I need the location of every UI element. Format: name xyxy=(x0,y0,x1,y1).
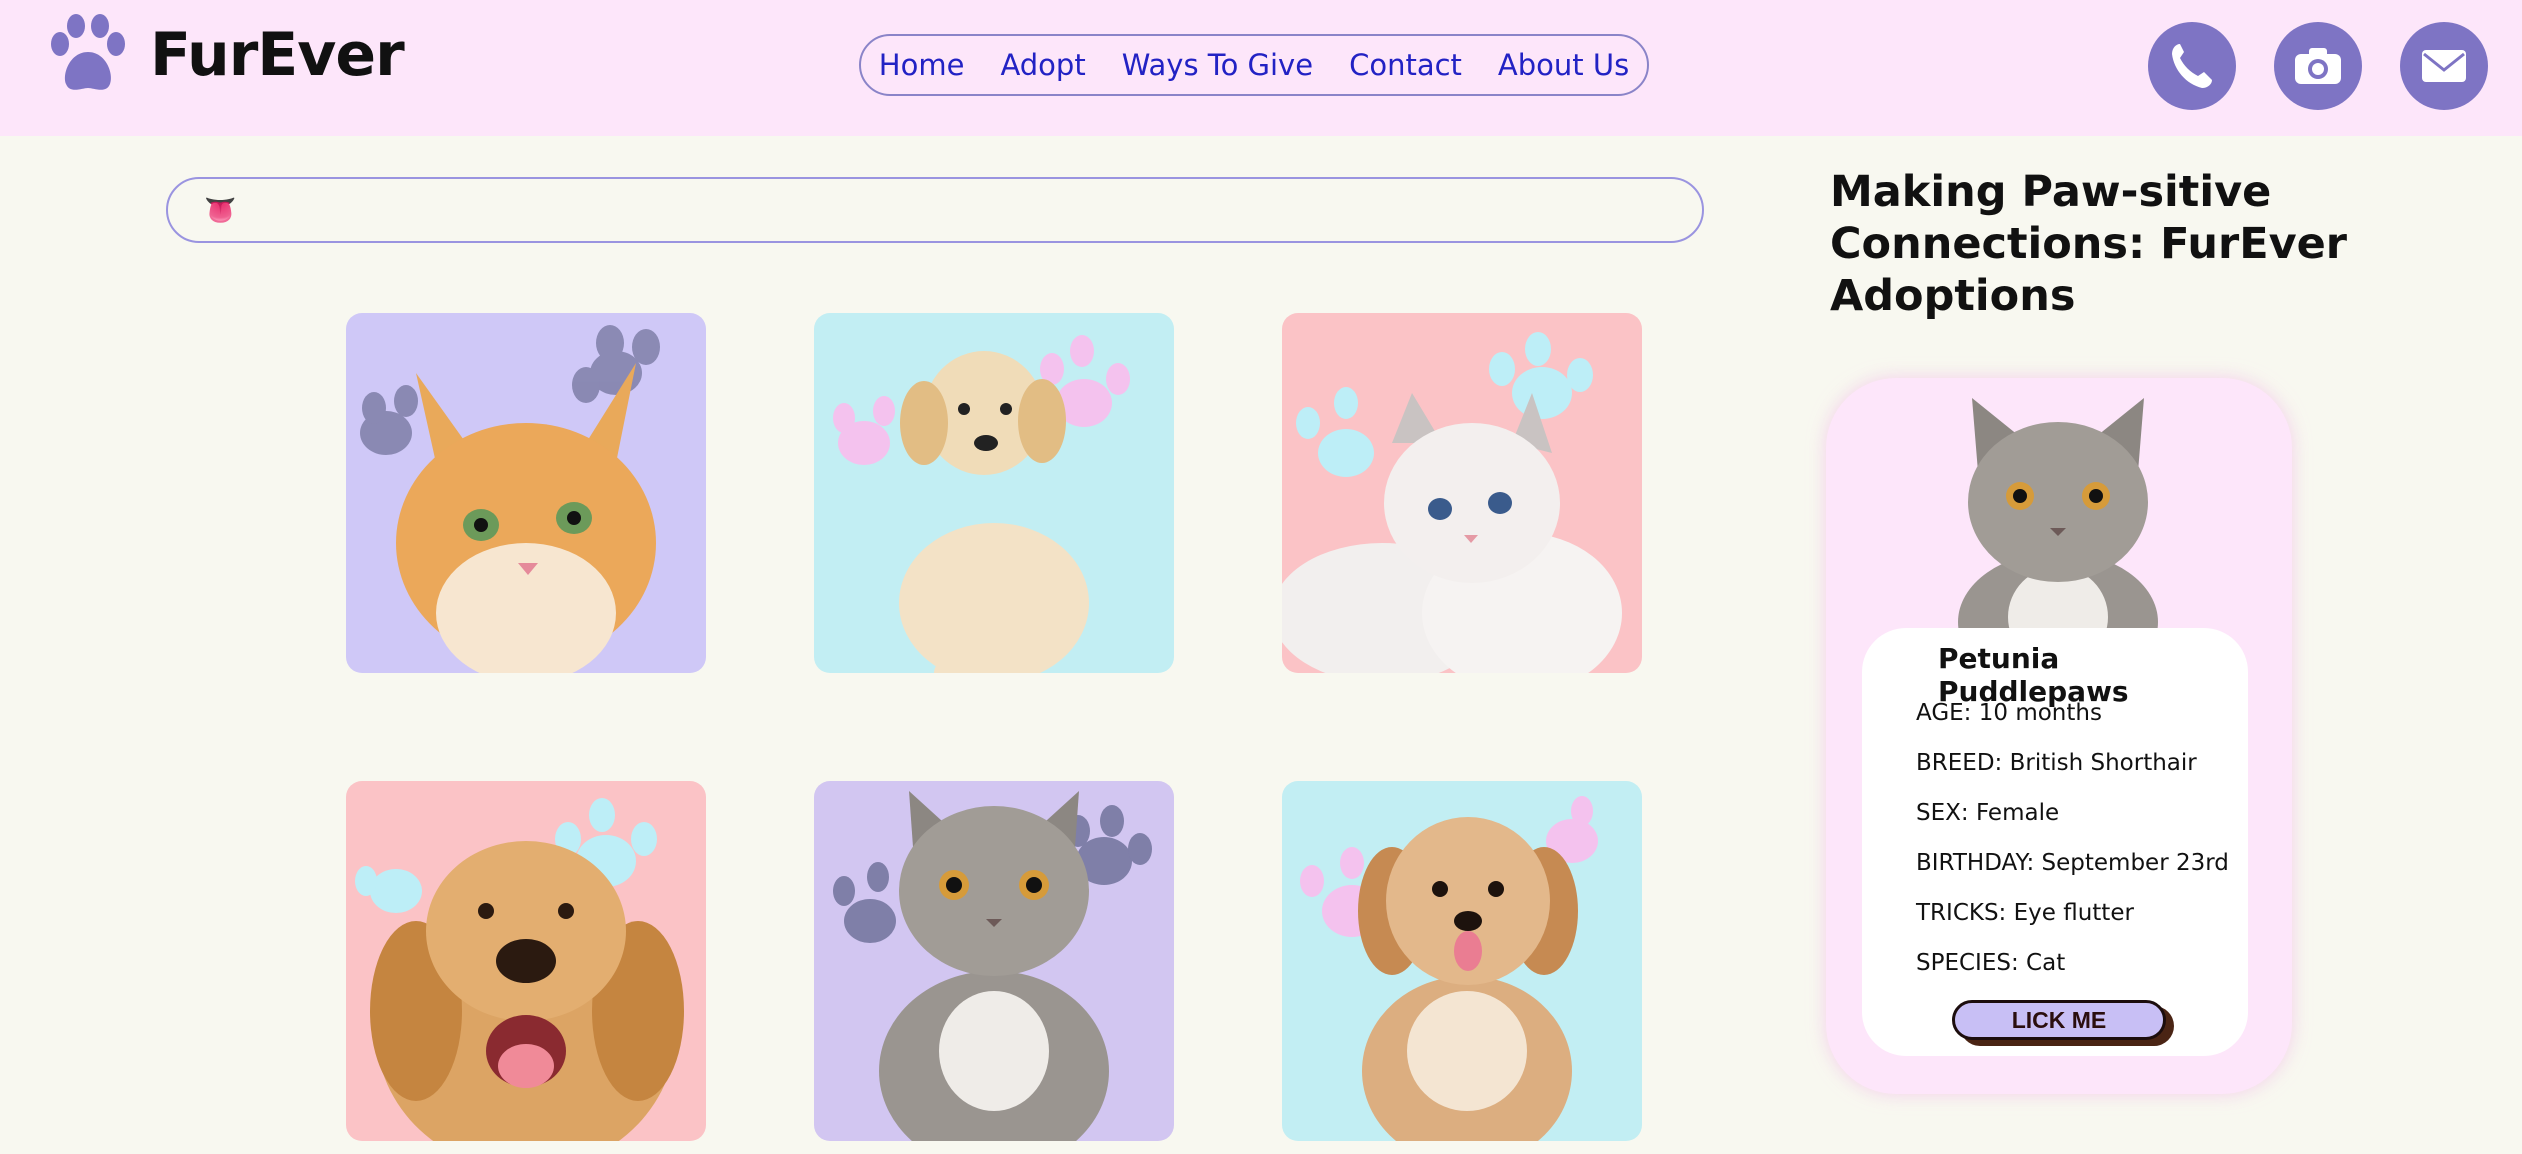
white-kitten-photo xyxy=(1282,313,1642,673)
lick-me-button[interactable]: LICK ME xyxy=(1952,1000,2166,1040)
grey-cat-photo xyxy=(814,781,1174,1141)
camera-button[interactable] xyxy=(2274,22,2362,110)
pet-card-golden-retriever[interactable] xyxy=(346,781,706,1141)
site-header: FurEver Home Adopt Ways To Give Contact … xyxy=(0,0,2522,136)
mail-button[interactable] xyxy=(2400,22,2488,110)
pet-species: SPECIES: Cat xyxy=(1916,950,2066,976)
golden-puppy-photo xyxy=(814,313,1174,673)
phone-icon xyxy=(2172,44,2212,88)
orange-kitten-photo xyxy=(346,313,706,673)
pet-sex: SEX: Female xyxy=(1916,800,2060,826)
nav-home[interactable]: Home xyxy=(879,48,965,82)
pet-card-fluffy-puppy[interactable] xyxy=(1282,781,1642,1141)
paw-logo-icon xyxy=(51,14,125,90)
nav-ways-to-give[interactable]: Ways To Give xyxy=(1122,48,1313,82)
mail-icon xyxy=(2422,50,2466,82)
nav-adopt[interactable]: Adopt xyxy=(1000,48,1085,82)
phone-button[interactable] xyxy=(2148,22,2236,110)
pet-breed: BREED: British Shorthair xyxy=(1916,750,2197,776)
golden-retriever-photo xyxy=(346,781,706,1141)
main-nav: Home Adopt Ways To Give Contact About Us xyxy=(859,34,1649,96)
camera-icon xyxy=(2295,48,2341,84)
pet-card-golden-puppy[interactable] xyxy=(814,313,1174,673)
brand-logo[interactable]: FurEver xyxy=(48,14,405,96)
nav-contact[interactable]: Contact xyxy=(1349,48,1462,82)
nav-about-us[interactable]: About Us xyxy=(1498,48,1629,82)
search-bar[interactable]: 👅 xyxy=(166,177,1704,243)
pet-tricks: TRICKS: Eye flutter xyxy=(1916,900,2134,926)
pet-details: Petunia Puddlepaws AGE: 10 months BREED:… xyxy=(1862,628,2248,1056)
fluffy-puppy-photo xyxy=(1282,781,1642,1141)
pet-card-white-kitten[interactable] xyxy=(1282,313,1642,673)
pet-profile-card: Petunia Puddlepaws AGE: 10 months BREED:… xyxy=(1826,378,2292,1094)
pet-card-orange-kitten[interactable] xyxy=(346,313,706,673)
pet-card-grey-cat[interactable] xyxy=(814,781,1174,1141)
tongue-icon: 👅 xyxy=(204,194,237,225)
panel-title: Making Paw-sitive Connections: FurEver A… xyxy=(1830,167,2348,321)
search-input[interactable] xyxy=(250,189,1702,231)
pet-birthday: BIRTHDAY: September 23rd xyxy=(1916,850,2229,876)
pet-name: Petunia Puddlepaws xyxy=(1938,642,2129,708)
pet-age: AGE: 10 months xyxy=(1916,700,2102,726)
brand-name: FurEver xyxy=(150,20,405,90)
petunia-photo xyxy=(1958,398,2158,642)
